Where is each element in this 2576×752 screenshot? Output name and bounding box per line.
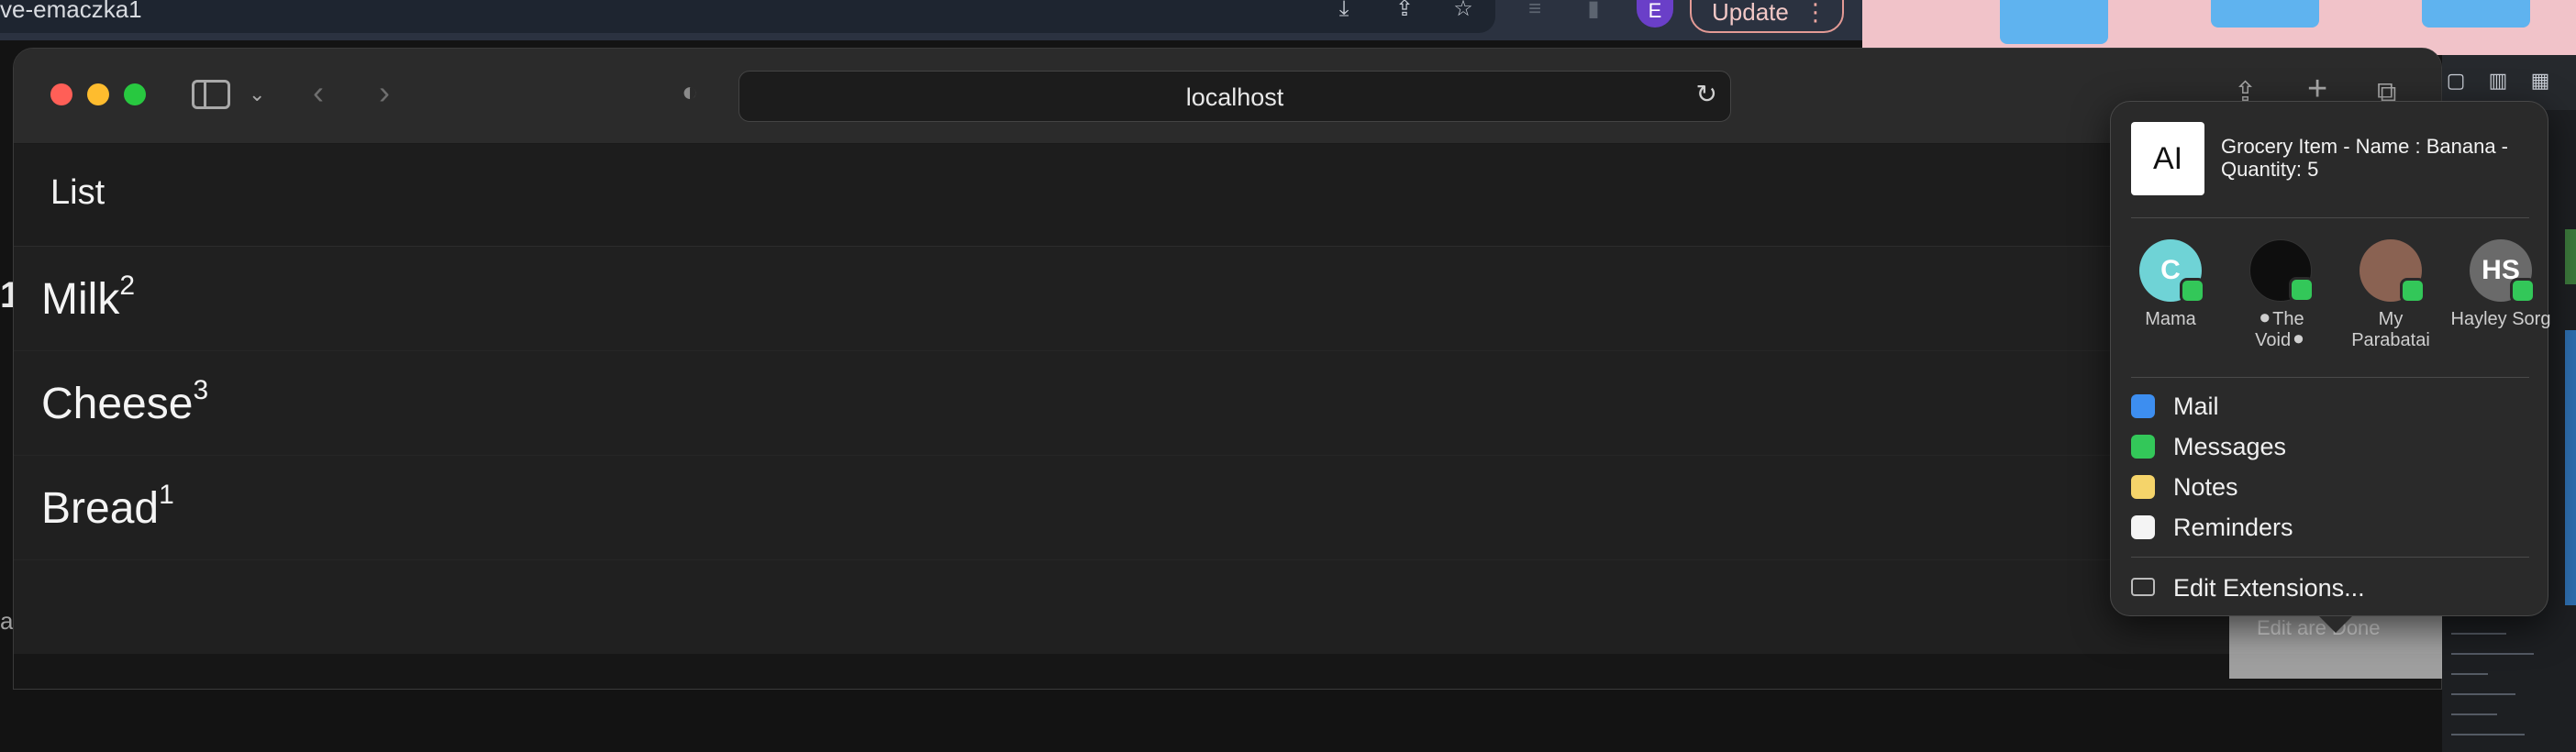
share-item-title: Grocery Item - Name : Banana - Quantity:…: [2221, 135, 2508, 181]
code-line: [2451, 734, 2525, 735]
share-contact[interactable]: ⚫The Void⚫: [2230, 239, 2331, 351]
item-name: Cheese: [41, 380, 194, 428]
page-footer-area: [14, 654, 2441, 689]
sidebar-icon[interactable]: [192, 80, 230, 109]
address-bar[interactable]: localhost ↻: [738, 71, 1731, 122]
code-line: [2451, 673, 2488, 675]
reminders-icon: [2131, 515, 2155, 539]
edit-extensions-button[interactable]: Edit Extensions...: [2131, 570, 2365, 606]
update-label: Update: [1712, 0, 1789, 26]
mail-icon: [2131, 394, 2155, 418]
editor-split-icon: ▥: [2488, 69, 2508, 92]
divider: [2131, 557, 2529, 558]
avatar: HS: [2470, 239, 2536, 304]
list-item[interactable]: Bread1: [14, 456, 2441, 560]
share-item-label: Mail: [2173, 393, 2219, 420]
share-sheet: AI Grocery Item - Name : Banana - Quanti…: [2110, 101, 2551, 616]
folder-icon: [2211, 0, 2319, 28]
shield-icon[interactable]: ◐: [682, 76, 698, 109]
contact-name: My Parabatai: [2351, 309, 2430, 350]
reload-icon[interactable]: ↻: [1696, 79, 1717, 109]
more-menu-icon: ⋮: [1804, 0, 1827, 26]
share-item-label: Notes: [2173, 473, 2238, 501]
editor-scroll-marker: [2565, 229, 2576, 284]
side-panel-icon: ▮: [1587, 0, 1600, 21]
background-browser-tab: ve-emaczka1: [0, 0, 1495, 33]
background-browser-strip: ve-emaczka1 ⤓ ⇪ ☆ ≡ ▮ E Update ⋮: [0, 0, 1862, 40]
chevron-right-icon[interactable]: ›: [379, 76, 390, 109]
extensions-icon: [2131, 578, 2155, 596]
avatar: [2249, 239, 2315, 303]
chevron-down-icon[interactable]: ⌄: [249, 78, 265, 111]
code-line: [2451, 713, 2497, 715]
background-share-icon: ⇪: [1394, 0, 1415, 21]
share-contact[interactable]: HS Hayley Sorg: [2450, 239, 2551, 330]
editor-scroll-marker: [2565, 330, 2576, 605]
download-icon: ⤓: [1338, 0, 1349, 21]
item-name: Milk: [41, 275, 120, 324]
share-notes[interactable]: Notes: [2131, 469, 2238, 505]
desktop-background: [1862, 0, 2576, 55]
share-preview-thumbnail: AI: [2131, 122, 2204, 195]
contact-name: Hayley Sorg: [2450, 309, 2551, 329]
messages-badge-icon: [2289, 277, 2315, 303]
chevron-left-icon[interactable]: ‹: [313, 76, 324, 109]
address-text[interactable]: localhost: [739, 72, 1730, 123]
messages-badge-icon: [2180, 278, 2205, 304]
code-line: [2451, 653, 2534, 655]
divider: [2131, 377, 2529, 378]
share-item-label: Messages: [2173, 433, 2287, 460]
edit-extensions-label: Edit Extensions...: [2173, 574, 2365, 602]
page-content: List Milk2 Cheese3 Bread1: [14, 144, 2441, 689]
list-item[interactable]: Milk2: [14, 247, 2441, 351]
folder-icon: [2000, 0, 2108, 44]
item-quantity: 2: [119, 271, 135, 301]
messages-badge-icon: [2510, 278, 2536, 304]
popover-arrow: [2319, 616, 2352, 633]
share-messages[interactable]: Messages: [2131, 428, 2286, 465]
messages-badge-icon: [2400, 278, 2426, 304]
safari-window: ⌄ ‹ › ◐ localhost ↻ ⇪ + ⧉ List Milk2 Che…: [13, 48, 2442, 690]
item-name: Bread: [41, 484, 160, 533]
editor-panel-icon: ▦: [2530, 69, 2550, 92]
code-line: [2451, 693, 2515, 695]
contact-name: ⚫The Void⚫: [2255, 309, 2306, 350]
update-button: Update ⋮: [1690, 0, 1844, 33]
window-zoom-button[interactable]: [124, 83, 146, 105]
navigation-header: List: [14, 144, 2441, 247]
item-quantity: 1: [159, 480, 174, 510]
avatar: [2359, 239, 2426, 304]
editor-layout-icon: ▢: [2446, 69, 2466, 92]
profile-avatar: E: [1637, 0, 1673, 28]
divider: [2131, 217, 2529, 218]
background-tab-title: ve-emaczka1: [0, 0, 142, 23]
share-contact[interactable]: My Parabatai: [2340, 239, 2441, 351]
share-item-label: Reminders: [2173, 514, 2293, 541]
item-quantity: 3: [193, 375, 209, 405]
bookmark-star-icon: ☆: [1453, 0, 1473, 21]
window-close-button[interactable]: [50, 83, 72, 105]
avatar: C: [2139, 239, 2205, 304]
share-mail[interactable]: Mail: [2131, 388, 2219, 425]
window-minimize-button[interactable]: [87, 83, 109, 105]
page-title: List: [50, 173, 105, 212]
safari-toolbar: ⌄ ‹ › ◐ localhost ↻ ⇪ + ⧉: [14, 49, 2441, 144]
folder-icon: [2422, 0, 2530, 28]
avatar-initials: C: [2160, 255, 2181, 285]
contact-name: Mama: [2145, 309, 2196, 329]
notes-icon: [2131, 475, 2155, 499]
list-item[interactable]: Cheese3: [14, 351, 2441, 456]
media-icon: ≡: [1527, 0, 1541, 21]
share-contact[interactable]: C Mama: [2120, 239, 2221, 330]
code-line: [2451, 633, 2506, 635]
share-reminders[interactable]: Reminders: [2131, 509, 2293, 546]
messages-icon: [2131, 435, 2155, 459]
